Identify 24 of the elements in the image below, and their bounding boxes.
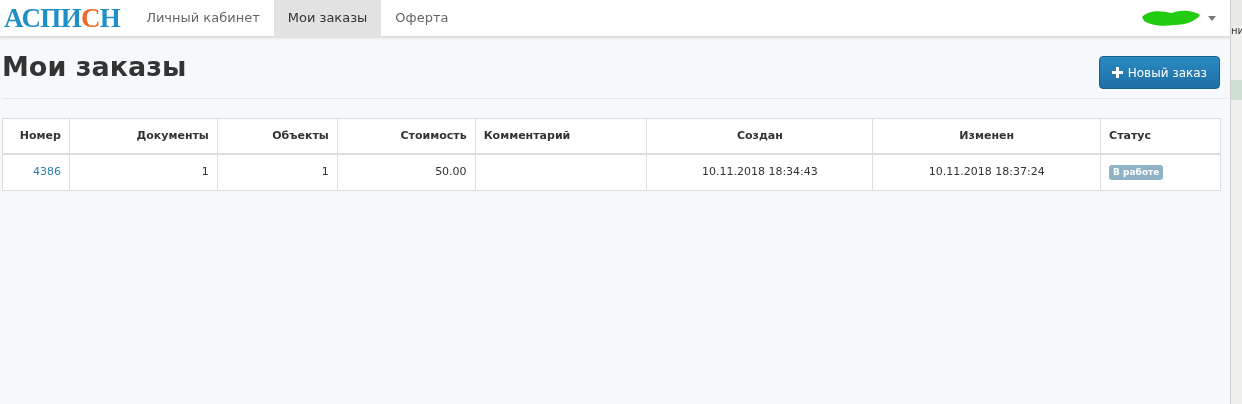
nav-tab[interactable]: Оферта <box>381 0 463 37</box>
column-header: Номер <box>18 127 62 144</box>
nav-tab[interactable]: Мои заказы <box>273 0 382 37</box>
column-header: Стоимость <box>336 119 475 153</box>
table-cell: 1 <box>321 164 329 181</box>
column-header: Статус <box>1100 119 1220 153</box>
table-cell: 10.11.2018 18:37:24 <box>928 164 1045 181</box>
column-header: Создан <box>646 119 873 153</box>
column-header: Изменен <box>872 119 1101 153</box>
nav-tab[interactable]: Личный кабинет <box>132 0 274 37</box>
new-order-button[interactable]: Новый заказ <box>1098 56 1220 89</box>
brand-logo[interactable]: АСПИСН <box>4 4 121 32</box>
table-cell: 10.11.2018 18:34:43 <box>701 164 818 181</box>
caret-icon[interactable] <box>1208 15 1216 21</box>
table-cell: 1 <box>201 164 209 181</box>
column-header: Документы <box>68 119 217 153</box>
row-highlight <box>1231 80 1242 100</box>
table-cell: 50.00 <box>435 164 467 181</box>
order-link[interactable]: 4386 <box>32 164 61 181</box>
plus-icon <box>1111 67 1123 78</box>
page-title: Мои заказы <box>2 50 187 85</box>
column-header: Объекты <box>216 119 337 153</box>
status-badge: В работе <box>1109 164 1164 181</box>
column-header: Комментарий <box>474 119 647 153</box>
